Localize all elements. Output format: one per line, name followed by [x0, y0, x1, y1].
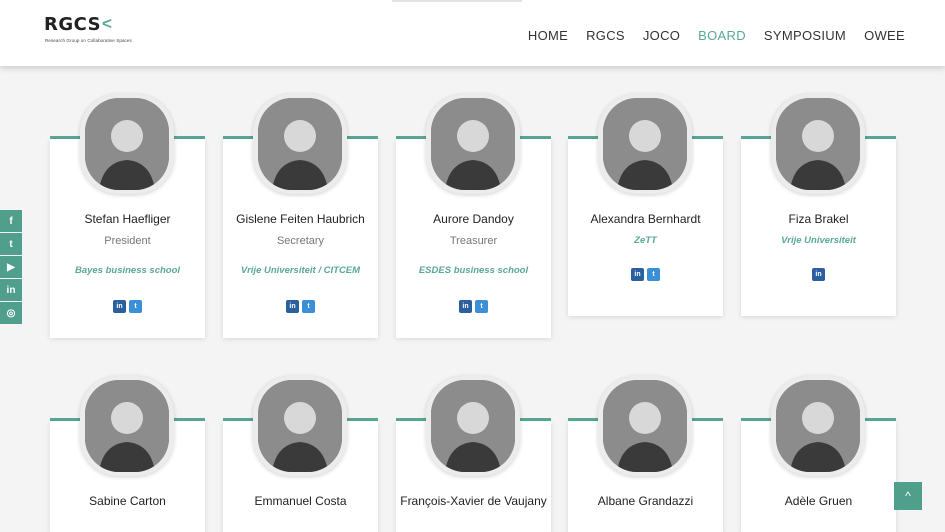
avatar: [598, 376, 692, 476]
member-social-links: in t: [568, 268, 723, 281]
nav-joco[interactable]: JOCO: [643, 28, 680, 43]
member-social-links: in t: [396, 300, 551, 313]
member-name: Emmanuel Costa: [254, 494, 347, 508]
linkedin-icon[interactable]: in: [812, 268, 825, 281]
avatar: [426, 376, 520, 476]
avatar: [426, 94, 520, 194]
avatar: [771, 94, 865, 194]
member-name: Adèle Gruen: [784, 494, 853, 508]
member-social-links: in: [741, 268, 896, 281]
avatar: [80, 376, 174, 476]
linkedin-icon[interactable]: in: [631, 268, 644, 281]
avatar-photo: [85, 98, 169, 190]
main-nav: HOME RGCS JOCO BOARD SYMPOSIUM OWEE: [528, 28, 905, 43]
nav-home[interactable]: HOME: [528, 28, 568, 43]
avatar: [80, 94, 174, 194]
member-role: Treasurer: [449, 235, 498, 247]
member-affiliation[interactable]: Bayes business school: [50, 265, 205, 276]
scroll-to-top-button[interactable]: ^: [894, 482, 922, 510]
member-name: Gislene Feiten Haubrich: [236, 212, 365, 226]
site-header: RGCS < Research Group on Collaborative S…: [0, 0, 945, 66]
nav-board[interactable]: BOARD: [698, 28, 746, 43]
logo-subtitle: Research Group on Collaborative Spaces: [45, 38, 132, 43]
instagram-icon[interactable]: ◎: [0, 302, 22, 324]
member-name: François-Xavier de Vaujany: [400, 494, 547, 508]
top-strip: [392, 0, 522, 2]
avatar: [598, 94, 692, 194]
member-affiliation[interactable]: Vrije Universiteit / CITCEM: [223, 265, 378, 276]
youtube-icon[interactable]: ▶: [0, 256, 22, 278]
social-sidebar: f t ▶ in ◎: [0, 210, 22, 325]
logo-chevron: <: [102, 14, 112, 33]
member-name: Albane Grandazzi: [597, 494, 694, 508]
member-affiliation[interactable]: ESDES business school: [396, 265, 551, 276]
twitter-icon[interactable]: t: [475, 300, 488, 313]
avatar-photo: [603, 380, 687, 472]
linkedin-icon[interactable]: in: [0, 279, 22, 301]
linkedin-icon[interactable]: in: [459, 300, 472, 313]
nav-owee[interactable]: OWEE: [864, 28, 905, 43]
avatar-photo: [431, 98, 515, 190]
member-social-links: in t: [50, 300, 205, 313]
avatar-photo: [258, 380, 342, 472]
member-affiliation[interactable]: ZeTT: [568, 235, 723, 246]
avatar-photo: [258, 98, 342, 190]
avatar: [253, 376, 347, 476]
member-role: Secretary: [276, 235, 325, 247]
member-affiliation[interactable]: Vrije Universiteit: [741, 235, 896, 246]
linkedin-icon[interactable]: in: [286, 300, 299, 313]
avatar-photo: [603, 98, 687, 190]
twitter-icon[interactable]: t: [647, 268, 660, 281]
member-name: Stefan Haefliger: [84, 212, 171, 226]
member-name: Sabine Carton: [89, 494, 166, 508]
member-name: Fiza Brakel: [788, 212, 849, 226]
linkedin-icon[interactable]: in: [113, 300, 126, 313]
twitter-icon[interactable]: t: [129, 300, 142, 313]
member-social-links: in t: [223, 300, 378, 313]
nav-rgcs[interactable]: RGCS: [586, 28, 625, 43]
member-name: Alexandra Bernhardt: [590, 212, 701, 226]
avatar-photo: [431, 380, 515, 472]
avatar-photo: [776, 380, 860, 472]
avatar: [253, 94, 347, 194]
member-role: President: [104, 235, 151, 247]
avatar-photo: [85, 380, 169, 472]
avatar-photo: [776, 98, 860, 190]
rgcs-logo[interactable]: RGCS < Research Group on Collaborative S…: [44, 14, 144, 48]
member-name: Aurore Dandoy: [433, 212, 514, 226]
avatar: [771, 376, 865, 476]
facebook-icon[interactable]: f: [0, 210, 22, 232]
twitter-icon[interactable]: t: [302, 300, 315, 313]
logo-text: RGCS: [44, 14, 102, 35]
twitter-icon[interactable]: t: [0, 233, 22, 255]
nav-symposium[interactable]: SYMPOSIUM: [764, 28, 846, 43]
